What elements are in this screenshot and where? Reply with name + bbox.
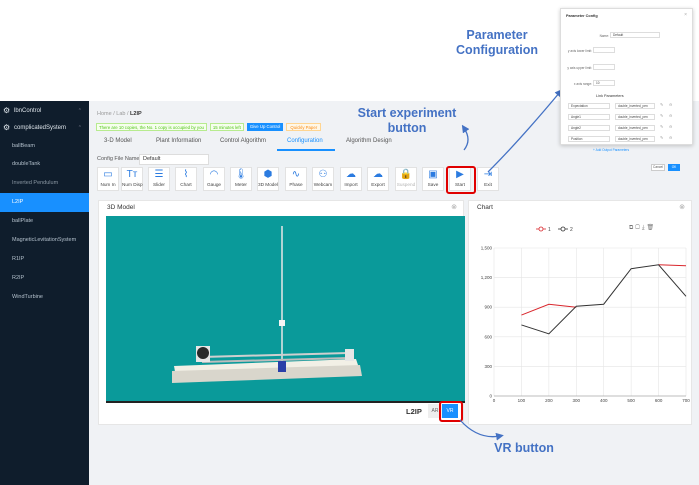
popup-ok-button[interactable]: OK <box>668 164 680 171</box>
popup-name-input[interactable]: Default <box>610 32 660 38</box>
popup-link-parameters-title: Link Parameters <box>596 94 624 98</box>
arrow-to-start <box>461 124 470 151</box>
remove-icon[interactable]: ⊖ <box>669 102 672 107</box>
popup-add-output-button[interactable]: + Add Output Parameters <box>593 148 629 152</box>
remove-icon[interactable]: ⊖ <box>669 135 672 140</box>
screenshot-root: ⚙ lbnControl ⌃ ⚙ complicatedSystem ⌃ bal… <box>0 0 699 485</box>
popup-link-name-input[interactable]: Expectation <box>568 103 610 109</box>
popup-link-name-input[interactable]: Angle2 <box>568 125 610 131</box>
popup-link-name-input[interactable]: Angle1 <box>568 114 610 120</box>
popup-xrange-label: x axis range: <box>573 82 592 86</box>
popup-link-value-select[interactable]: double_inverted_pen <box>615 114 655 120</box>
edit-icon[interactable]: ✎ <box>660 135 663 140</box>
close-icon[interactable]: × <box>684 12 687 18</box>
edit-icon[interactable]: ✎ <box>660 102 663 107</box>
arrow-to-vr <box>459 419 504 441</box>
popup-ylow-label: y axis lower limit: <box>567 49 592 53</box>
arrow-to-popup <box>487 89 563 173</box>
popup-title: Parameter Config <box>566 14 598 18</box>
popup-name-label: Name: <box>599 34 609 38</box>
popup-link-value-select[interactable]: double_inverted_pen <box>615 125 655 131</box>
edit-icon[interactable]: ✎ <box>660 124 663 129</box>
popup-link-value-select[interactable]: double_inverted_pen <box>615 103 655 109</box>
popup-ylow-input[interactable] <box>593 47 615 53</box>
popup-cancel-button[interactable]: Cancel <box>651 164 665 171</box>
popup-yup-input[interactable] <box>593 64 615 70</box>
popup-link-value-select[interactable]: double_inverted_pen <box>615 136 655 142</box>
popup-link-name-input[interactable]: Position <box>568 136 610 142</box>
popup-yup-label: y axis upper limit: <box>567 66 592 70</box>
edit-icon[interactable]: ✎ <box>660 113 663 118</box>
popup-xrange-input[interactable]: 10 <box>593 80 615 86</box>
remove-icon[interactable]: ⊖ <box>669 113 672 118</box>
remove-icon[interactable]: ⊖ <box>669 124 672 129</box>
